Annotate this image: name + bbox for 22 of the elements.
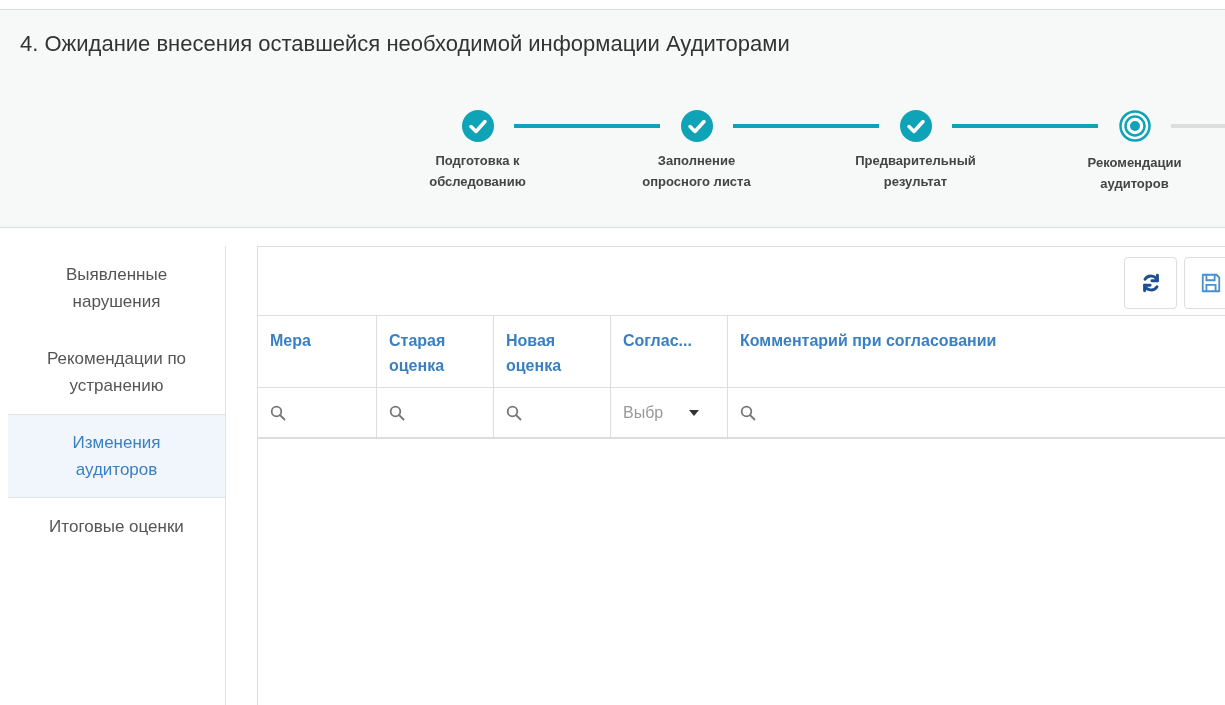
search-icon <box>506 404 522 421</box>
step-label: Заполнение опросного листа <box>641 152 752 191</box>
column-header[interactable]: Старая оценка <box>377 316 494 387</box>
sidebar-item[interactable]: Изменения аудиторов <box>8 414 225 498</box>
sidebar-item[interactable]: Рекомендации по устранению <box>8 330 225 414</box>
sidebar-item[interactable]: Выявленные нарушения <box>8 246 225 330</box>
step-label: Подготовка к обследованию <box>428 152 527 191</box>
search-icon <box>270 404 286 421</box>
page-title: 4. Ожидание внесения оставшейся необходимой информации Аудиторами <box>20 30 791 58</box>
filter-select[interactable]: Выбр <box>623 400 715 425</box>
search-icon <box>740 404 756 421</box>
column-header[interactable]: Мера <box>258 316 377 387</box>
caret-icon <box>689 409 699 416</box>
save-button[interactable] <box>1184 257 1225 309</box>
column-header[interactable]: Комментарий при согласовании <box>728 316 1225 387</box>
column-header[interactable]: Соглас... <box>611 316 728 387</box>
sidebar-item[interactable]: Итоговые оценки <box>8 498 225 555</box>
column-header[interactable]: Новая оценка <box>494 316 611 387</box>
step-label: Рекомендации аудиторов <box>1086 154 1183 193</box>
refresh-button[interactable] <box>1124 257 1177 309</box>
step-label: Предварительный результат <box>854 152 977 191</box>
search-icon <box>389 404 405 421</box>
